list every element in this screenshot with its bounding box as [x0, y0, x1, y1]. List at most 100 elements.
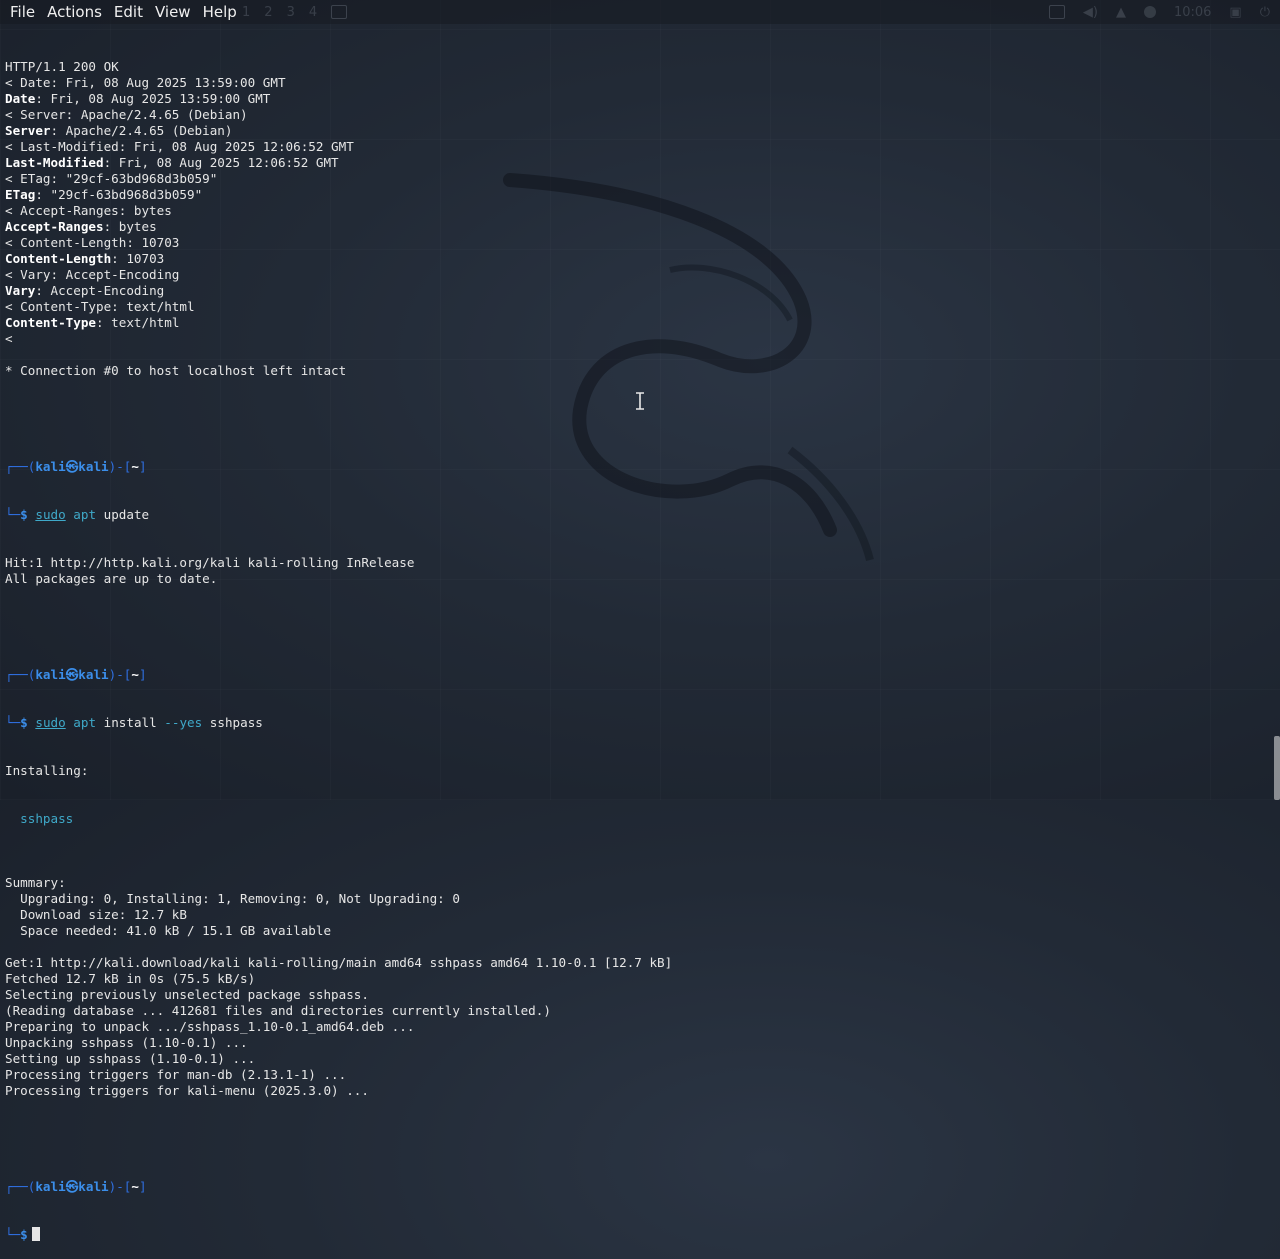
- header-line-bold: Vary: Accept-Encoding: [5, 283, 1265, 299]
- prompt-host: kali: [78, 1179, 109, 1194]
- cmd-args: sshpass: [202, 715, 263, 730]
- header-line: < Content-Length: 10703: [5, 235, 180, 250]
- command-line-3[interactable]: └─$: [5, 1227, 1265, 1243]
- http-headers-block: HTTP/1.1 200 OK < Date: Fri, 08 Aug 2025 …: [5, 59, 1265, 395]
- header-key: Last-Modified: [5, 155, 104, 170]
- header-line: < Last-Modified: Fri, 08 Aug 2025 12:06:…: [5, 139, 354, 154]
- prompt-at: ㉿: [65, 459, 79, 474]
- prompt-frame: )-[: [108, 1179, 132, 1194]
- workspace-1[interactable]: 1: [242, 5, 250, 20]
- cmd-sudo: sudo: [35, 715, 66, 730]
- prompt-frame: ]: [138, 1179, 147, 1194]
- screen-icon[interactable]: [1048, 5, 1065, 19]
- header-line: < ETag: "29cf-63bd968d3b059": [5, 171, 218, 186]
- prompt-dollar: $: [20, 715, 28, 730]
- cmd-flag: --yes: [164, 715, 203, 730]
- workspace-4[interactable]: 4: [309, 5, 317, 20]
- prompt-frame: └─: [5, 1227, 21, 1242]
- prompt-dir: ~: [131, 459, 139, 474]
- prompt-frame: ┌──(: [5, 459, 36, 474]
- menu-help[interactable]: Help: [197, 0, 243, 24]
- cmd-apt: apt: [73, 715, 97, 730]
- power-icon[interactable]: ⏻: [1260, 5, 1270, 20]
- package-name: sshpass: [5, 811, 74, 826]
- output-line: Processing triggers for kali-menu (2025.…: [5, 1083, 369, 1098]
- install-output: Summary: Upgrading: 0, Installing: 1, Re…: [5, 859, 1265, 1115]
- header-line-bold: Last-Modified: Fri, 08 Aug 2025 12:06:52…: [5, 155, 1265, 171]
- header-line: < Server: Apache/2.4.65 (Debian): [5, 107, 248, 122]
- menu-file[interactable]: File: [4, 0, 41, 24]
- header-line-bold: ETag: "29cf-63bd968d3b059": [5, 187, 1265, 203]
- prompt-dir: ~: [131, 667, 139, 682]
- header-line-bold: Content-Length: 10703: [5, 251, 1265, 267]
- output-line: Upgrading: 0, Installing: 1, Removing: 0…: [5, 891, 460, 906]
- output-line: Download size: 12.7 kB: [5, 907, 187, 922]
- output-line: Summary:: [5, 875, 66, 890]
- prompt-frame: )-[: [108, 667, 132, 682]
- header-line: < Date: Fri, 08 Aug 2025 13:59:00 GMT: [5, 75, 286, 90]
- header-value: : bytes: [103, 219, 157, 234]
- workspace-2[interactable]: 2: [264, 5, 272, 20]
- menu-view[interactable]: View: [149, 0, 197, 24]
- header-line: HTTP/1.1 200 OK: [5, 59, 119, 74]
- header-value: : "29cf-63bd968d3b059": [35, 187, 203, 202]
- lock-icon[interactable]: ▣: [1229, 5, 1241, 20]
- header-line: [5, 347, 1265, 363]
- prompt-dir: ~: [131, 1179, 139, 1194]
- header-line-bold: Server: Apache/2.4.65 (Debian): [5, 123, 1265, 139]
- cmd-args: update: [96, 507, 150, 522]
- header-key: Content-Length: [5, 251, 112, 266]
- header-value: : text/html: [96, 315, 180, 330]
- header-value: : 10703: [111, 251, 165, 266]
- prompt-frame: ]: [138, 459, 147, 474]
- prompt-at: ㉿: [65, 667, 79, 682]
- header-line: < Accept-Ranges: bytes: [5, 203, 172, 218]
- header-line: * Connection #0 to host localhost left i…: [5, 363, 347, 378]
- clock[interactable]: 10:06: [1174, 5, 1211, 20]
- prompt-line-2: ┌──(kali㉿kali)-[~]: [5, 667, 1265, 683]
- prompt-line-1: ┌──(kali㉿kali)-[~]: [5, 459, 1265, 475]
- system-tray: ◀) ▲ 10:06 ▣ ⏻: [1048, 0, 1270, 24]
- output-line: Preparing to unpack .../sshpass_1.10-0.1…: [5, 1019, 415, 1034]
- prompt-dollar: $: [20, 1227, 28, 1242]
- prompt-user: kali: [35, 667, 66, 682]
- terminal-icon[interactable]: [331, 5, 348, 19]
- menu-actions[interactable]: Actions: [41, 0, 108, 24]
- header-key: Date: [5, 91, 36, 106]
- mouse-ibeam-cursor-icon: [636, 392, 644, 410]
- prompt-frame: ┌──(: [5, 1179, 36, 1194]
- terminal-scrollbar[interactable]: [1274, 736, 1280, 800]
- command-line-1: └─$ sudo apt update: [5, 507, 1265, 523]
- update-output: Hit:1 http://http.kali.org/kali kali-rol…: [5, 555, 1265, 603]
- cmd-args: install: [96, 715, 165, 730]
- prompt-frame: └─: [5, 507, 21, 522]
- output-line: Selecting previously unselected package …: [5, 987, 369, 1002]
- bell-icon[interactable]: ▲: [1116, 5, 1126, 20]
- workspace-3[interactable]: 3: [287, 5, 295, 20]
- output-line: Hit:1 http://http.kali.org/kali kali-rol…: [5, 555, 415, 570]
- output-line: Unpacking sshpass (1.10-0.1) ...: [5, 1035, 248, 1050]
- menu-edit[interactable]: Edit: [108, 0, 149, 24]
- terminal-output[interactable]: HTTP/1.1 200 OK < Date: Fri, 08 Aug 2025 …: [5, 27, 1265, 1259]
- volume-icon[interactable]: ◀): [1083, 5, 1098, 20]
- output-line: Processing triggers for man-db (2.13.1-1…: [5, 1067, 347, 1082]
- header-key: Accept-Ranges: [5, 219, 104, 234]
- prompt-host: kali: [78, 459, 109, 474]
- output-line: (Reading database ... 412681 files and d…: [5, 1003, 551, 1018]
- output-line: Fetched 12.7 kB in 0s (75.5 kB/s): [5, 971, 256, 986]
- header-line: < Vary: Accept-Encoding: [5, 267, 180, 282]
- header-line: < Content-Type: text/html: [5, 299, 195, 314]
- prompt-frame: ┌──(: [5, 667, 36, 682]
- prompt-frame: ]: [138, 667, 147, 682]
- header-key: Content-Type: [5, 315, 96, 330]
- header-value: : Apache/2.4.65 (Debian): [50, 123, 233, 138]
- text-cursor: [31, 1227, 40, 1241]
- prompt-frame: └─: [5, 715, 21, 730]
- menu-bar: File Actions Edit View Help: [0, 0, 243, 24]
- header-value: : Accept-Encoding: [35, 283, 165, 298]
- header-line: <: [5, 331, 13, 346]
- output-line: Space needed: 41.0 kB / 15.1 GB availabl…: [5, 923, 332, 938]
